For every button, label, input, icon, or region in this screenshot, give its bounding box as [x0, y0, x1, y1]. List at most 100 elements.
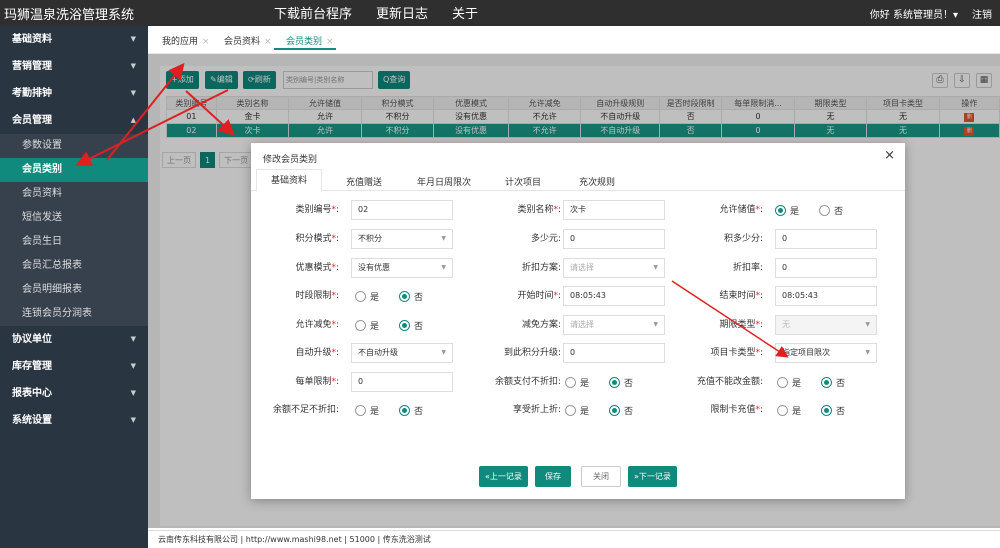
caret-down-icon: ▼	[130, 89, 136, 97]
sidebar-group-agreement[interactable]: 协议单位 ▼	[0, 326, 148, 353]
app-title: 玛狮温泉洗浴管理系统	[4, 8, 135, 23]
close-icon[interactable]: ×	[884, 148, 895, 163]
sidebar-item-birthday[interactable]: 会员生日	[0, 230, 148, 254]
yuan-input[interactable]: 0	[563, 229, 665, 249]
sidebar-item-chain-profit[interactable]: 连锁会员分润表	[0, 302, 148, 326]
top-nav: 下载前台程序 更新日志 关于	[274, 3, 478, 22]
radio-yes[interactable]	[777, 376, 788, 388]
next-record-button[interactable]: »下一记录	[628, 466, 677, 487]
sidebar-group-basic[interactable]: 基础资料 ▼	[0, 26, 148, 53]
sidebar-item-summary-report[interactable]: 会员汇总报表	[0, 254, 148, 278]
radio-yes[interactable]	[355, 319, 366, 331]
time-limit-radios: 是 否	[355, 286, 439, 306]
name-input[interactable]: 次卡	[563, 200, 665, 220]
label-discount-rate: 折扣率:	[732, 263, 763, 273]
radio-yes[interactable]	[777, 404, 788, 416]
insufficient-no-discount-radios: 是 否	[355, 400, 439, 420]
label-reduce-plan: 减免方案:	[521, 320, 561, 330]
label-name: 类别名称*:	[517, 205, 561, 215]
label-allow-reduce: 允许减免*:	[295, 320, 339, 330]
topnav-changelog[interactable]: 更新日志	[376, 3, 428, 22]
prev-record-button[interactable]: «上一记录	[479, 466, 528, 487]
label-yuan: 多少元:	[530, 234, 561, 244]
allow-reduce-radios: 是 否	[355, 315, 439, 335]
radio-no[interactable]	[821, 404, 833, 416]
discount-plan-select[interactable]: 请选择 ▼	[563, 258, 665, 278]
per-order-limit-input[interactable]: 0	[351, 372, 453, 392]
radio-no[interactable]	[819, 204, 831, 216]
radio-yes[interactable]	[565, 376, 576, 388]
sidebar-group-reports[interactable]: 报表中心 ▼	[0, 380, 148, 407]
code-input[interactable]: 02	[351, 200, 453, 220]
upgrade-points-input[interactable]: 0	[563, 343, 665, 363]
close-icon[interactable]: ×	[326, 37, 334, 47]
logout-link[interactable]: 注销	[972, 6, 992, 21]
dialog-tab-recharge-gift[interactable]: 充值赠送	[346, 175, 382, 188]
save-button[interactable]: 保存	[535, 466, 571, 487]
radio-no[interactable]	[399, 319, 411, 331]
dialog-tab-count-rules[interactable]: 充次规则	[579, 175, 615, 188]
end-time-input[interactable]: 08:05:43	[775, 286, 877, 306]
label-period-type: 期限类型*:	[719, 320, 763, 330]
sidebar-group-inventory[interactable]: 库存管理 ▼	[0, 353, 148, 380]
user-area: 你好 系统管理员！▾ 注销	[870, 6, 992, 21]
close-icon[interactable]: ×	[264, 37, 272, 47]
sidebar-item-member-profile[interactable]: 会员资料	[0, 182, 148, 206]
chevron-down-icon: ▼	[441, 349, 446, 356]
user-menu[interactable]: 你好 系统管理员！▾	[870, 6, 958, 21]
discount-rate-input[interactable]: 0	[775, 258, 877, 278]
caret-down-icon: ▼	[130, 389, 136, 397]
dialog-tab-count-items[interactable]: 计次项目	[505, 175, 541, 188]
radio-yes[interactable]	[565, 404, 576, 416]
close-icon[interactable]: ×	[202, 37, 210, 47]
sidebar-group-settings[interactable]: 系统设置 ▼	[0, 407, 148, 434]
label-discount-plan: 折扣方案:	[521, 263, 561, 273]
radio-yes[interactable]	[775, 204, 786, 216]
radio-no[interactable]	[609, 404, 621, 416]
chevron-down-icon: ▼	[865, 321, 870, 328]
balance-no-discount-radios: 是 否	[565, 372, 649, 392]
label-discount-mode: 优惠模式*:	[295, 263, 339, 273]
enjoy-discount-radios: 是 否	[565, 400, 649, 420]
sidebar-group-attendance[interactable]: 考勤排钟 ▼	[0, 80, 148, 107]
sidebar-item-member-category[interactable]: 会员类别	[0, 158, 148, 182]
auto-upgrade-select[interactable]: 不自动升级 ▼	[351, 343, 453, 363]
sidebar-group-marketing[interactable]: 营销管理 ▼	[0, 53, 148, 80]
topnav-download[interactable]: 下载前台程序	[274, 3, 352, 22]
label-code: 类别编号*:	[295, 205, 339, 215]
discount-mode-select[interactable]: 没有优惠 ▼	[351, 258, 453, 278]
radio-no[interactable]	[609, 376, 621, 388]
start-time-input[interactable]: 08:05:43	[563, 286, 665, 306]
radio-yes[interactable]	[355, 404, 366, 416]
label-start-time: 开始时间*:	[517, 291, 561, 301]
label-recharge-no-change: 充值不能改金额:	[696, 377, 763, 387]
period-type-select: 无 ▼	[775, 315, 877, 335]
reduce-plan-select[interactable]: 请选择 ▼	[563, 315, 665, 335]
dialog-tab-period-limit[interactable]: 年月日周限次	[417, 175, 471, 188]
close-button[interactable]: 关闭	[581, 466, 621, 487]
sidebar-item-detail-report[interactable]: 会员明细报表	[0, 278, 148, 302]
tab-member-profile[interactable]: 会员资料 ×	[224, 34, 272, 47]
label-points-mode: 积分模式*:	[295, 234, 339, 244]
label-upgrade-points: 到此积分升级:	[503, 348, 561, 358]
points-mode-select[interactable]: 不积分 ▼	[351, 229, 453, 249]
card-type-select[interactable]: 指定项目限次 ▼	[775, 343, 877, 363]
tab-member-category[interactable]: 会员类别 ×	[286, 34, 334, 47]
dialog-tab-basic[interactable]: 基础资料	[256, 169, 323, 192]
label-time-limit: 时段限制*:	[295, 291, 339, 301]
points-input[interactable]: 0	[775, 229, 877, 249]
radio-yes[interactable]	[355, 290, 366, 302]
sidebar-item-sms[interactable]: 短信发送	[0, 206, 148, 230]
caret-up-icon: ▲	[130, 116, 136, 124]
sidebar-group-member[interactable]: 会员管理 ▲	[0, 107, 148, 134]
label-points: 积多少分:	[723, 234, 763, 244]
sidebar-item-params[interactable]: 参数设置	[0, 134, 148, 158]
radio-no[interactable]	[399, 404, 411, 416]
radio-no[interactable]	[399, 290, 411, 302]
radio-no[interactable]	[821, 376, 833, 388]
dialog-tabs: 基础资料 充值赠送 年月日周限次 计次项目 充次规则	[251, 169, 905, 192]
tab-my-apps[interactable]: 我的应用 ×	[162, 34, 210, 47]
chevron-down-icon: ▼	[441, 264, 446, 271]
label-limit-recharge: 限制卡充值*:	[710, 405, 763, 415]
topnav-about[interactable]: 关于	[452, 3, 478, 22]
